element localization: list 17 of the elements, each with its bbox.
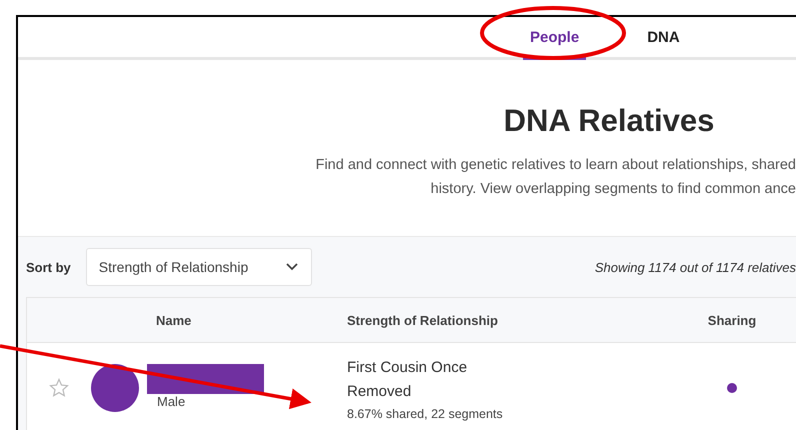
results-count: Showing 1174 out of 1174 relatives <box>594 260 796 274</box>
avatar <box>91 364 139 412</box>
star-icon[interactable] <box>49 378 69 398</box>
sort-dropdown[interactable]: Strength of Relationship <box>86 248 312 286</box>
sex-label: Male <box>157 394 186 408</box>
column-header: Strength of Relationship <box>347 312 499 328</box>
sort-label: Sort by <box>26 260 71 274</box>
page-title: DNA Relatives <box>502 103 716 139</box>
shared-dna-info: 8.67% shared, 22 segments <box>347 406 504 420</box>
column-header: Name <box>155 312 192 328</box>
column-header: Sharing <box>706 312 758 328</box>
nav-tab[interactable]: DNA <box>640 17 687 60</box>
relationship-label: First Cousin Once Removed <box>347 358 468 402</box>
chevron-down-icon <box>284 262 299 272</box>
nav-tab[interactable]: People <box>523 17 586 60</box>
page-description: history. View overlapping segments to find common ance <box>430 180 796 199</box>
page-description: Find and connect with genetic relatives to learn about relationships, shared <box>316 156 796 175</box>
